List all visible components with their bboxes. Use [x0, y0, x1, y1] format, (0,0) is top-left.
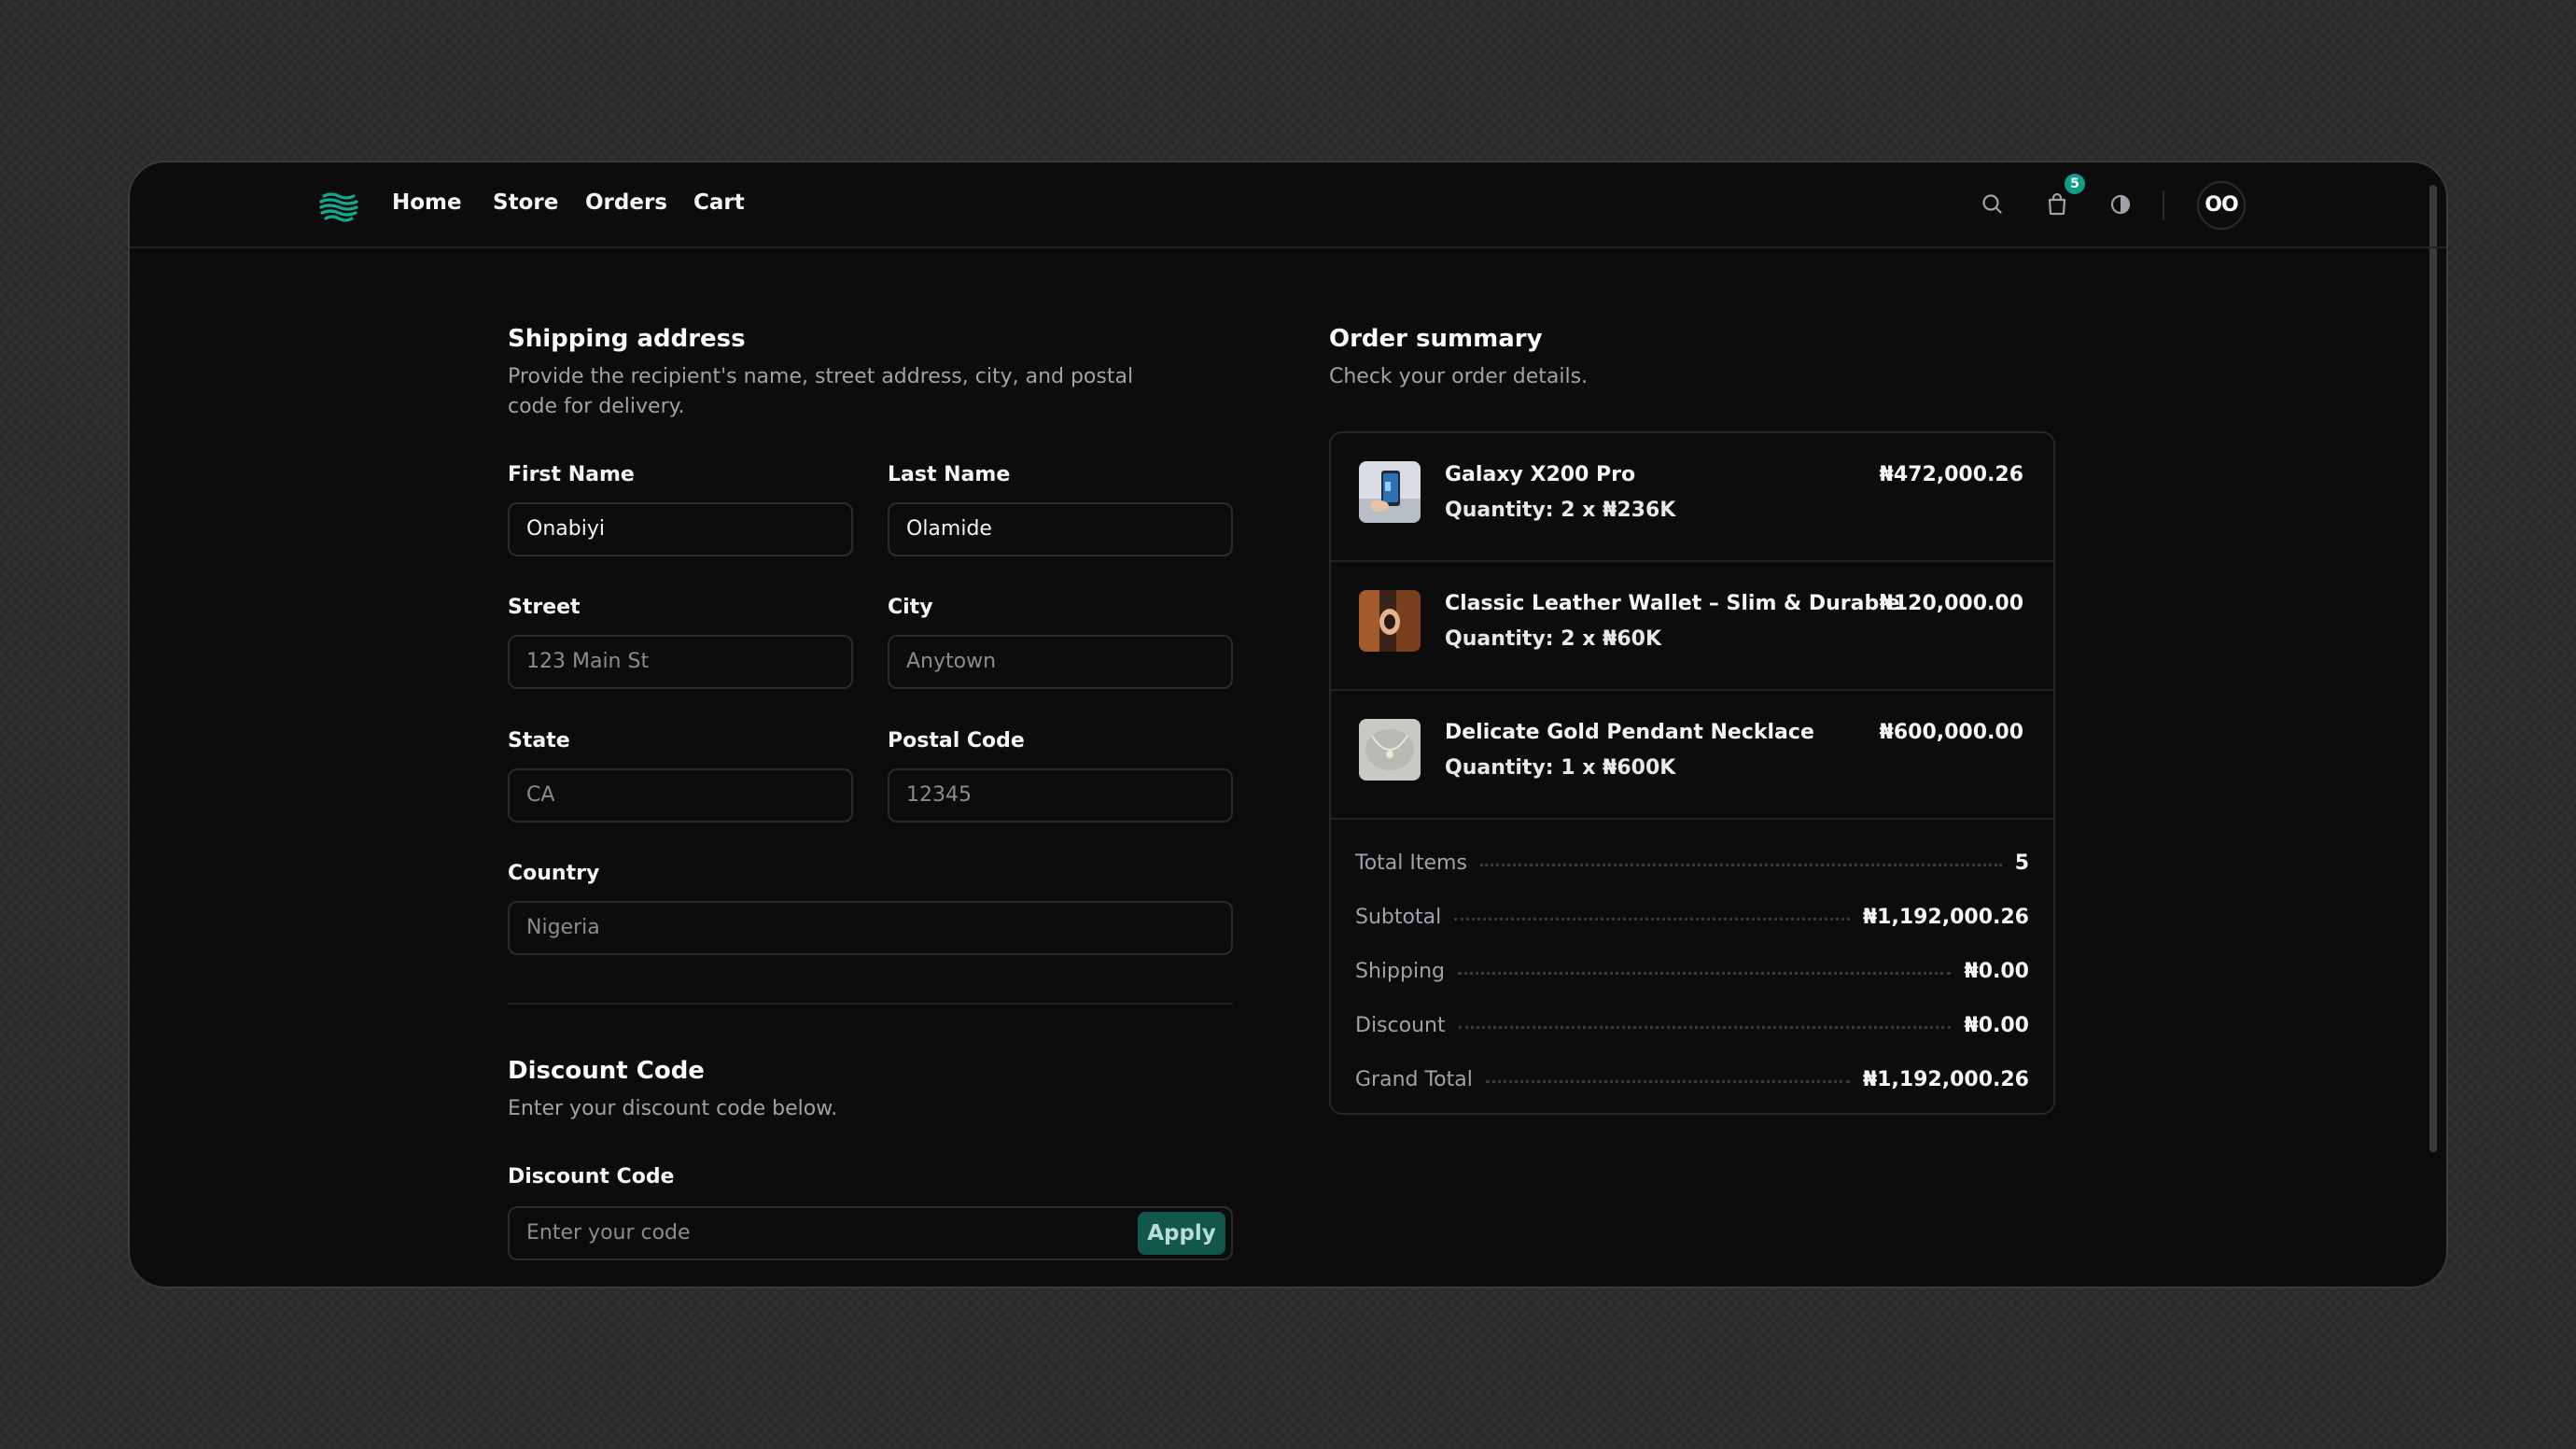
summary-value: ₦0.00	[1964, 959, 2029, 983]
last-name-input[interactable]: Olamide	[888, 502, 1233, 556]
order-item[interactable]: Delicate Gold Pendant Necklace Quantity:…	[1331, 691, 2053, 820]
product-name: Delicate Gold Pendant Necklace	[1445, 721, 1814, 744]
discount-title: Discount Code	[508, 1057, 705, 1085]
discount-code-label: Discount Code	[508, 1165, 675, 1189]
dotted-leader	[1479, 863, 2002, 866]
discount-code-input[interactable]: Enter your code	[508, 1206, 1233, 1260]
summary-label: Total Items	[1355, 851, 1467, 875]
city-input[interactable]: Anytown	[888, 635, 1233, 689]
summary-value: ₦0.00	[1964, 1013, 2029, 1037]
nav-cart[interactable]: Cart	[693, 190, 745, 215]
country-label: Country	[508, 862, 600, 885]
summary-value: ₦1,192,000.26	[1862, 905, 2029, 929]
product-name: Galaxy X200 Pro	[1445, 463, 1636, 486]
discount-description: Enter your discount code below.	[508, 1097, 838, 1120]
street-label: Street	[508, 596, 581, 619]
wallet-image	[1359, 590, 1421, 652]
nav-orders[interactable]: Orders	[585, 190, 667, 215]
dotted-leader	[1457, 971, 1952, 975]
nav-divider	[2163, 190, 2164, 220]
nav-home[interactable]: Home	[392, 190, 462, 215]
order-summary-card: Galaxy X200 Pro Quantity: 2 x ₦236K ₦472…	[1329, 431, 2055, 1115]
product-quantity: Quantity: 2 x ₦236K	[1445, 499, 1676, 522]
row-divider	[1331, 818, 2053, 820]
dotted-leader	[1485, 1079, 1850, 1083]
user-avatar[interactable]: OO	[2197, 181, 2246, 230]
summary-label: Subtotal	[1355, 905, 1442, 929]
postal-code-input[interactable]: 12345	[888, 768, 1233, 823]
summary-title: Order summary	[1329, 325, 1543, 353]
summary-label: Grand Total	[1355, 1067, 1473, 1091]
last-name-label: Last Name	[888, 463, 1011, 486]
dotted-leader	[1458, 1025, 1952, 1029]
discount-row: Discount ₦0.00	[1355, 1010, 2029, 1040]
subtotal-row: Subtotal ₦1,192,000.26	[1355, 902, 2029, 932]
search-icon[interactable]	[1979, 190, 2007, 218]
product-name: Classic Leather Wallet – Slim & Durable	[1445, 592, 1900, 615]
logo-icon[interactable]	[318, 185, 359, 226]
shipping-row: Shipping ₦0.00	[1355, 956, 2029, 986]
state-input[interactable]: CA	[508, 768, 853, 823]
postal-code-label: Postal Code	[888, 729, 1025, 753]
grand-total-row: Grand Total ₦1,192,000.26	[1355, 1064, 2029, 1094]
product-price: ₦472,000.26	[1879, 463, 2023, 486]
shipping-title: Shipping address	[508, 325, 746, 353]
theme-toggle-icon[interactable]	[2107, 190, 2135, 218]
city-label: City	[888, 596, 933, 619]
app-window: Home Store Orders Cart 5 OO Shipping add…	[128, 161, 2448, 1288]
apply-button[interactable]: Apply	[1138, 1212, 1225, 1255]
summary-description: Check your order details.	[1329, 365, 1589, 388]
order-item[interactable]: Classic Leather Wallet – Slim & Durable …	[1331, 562, 2053, 691]
nav-store[interactable]: Store	[493, 190, 558, 215]
first-name-input[interactable]: Onabiyi	[508, 502, 853, 556]
summary-label: Shipping	[1355, 959, 1445, 983]
summary-label: Discount	[1355, 1013, 1446, 1037]
product-quantity: Quantity: 1 x ₦600K	[1445, 756, 1676, 780]
summary-value: 5	[2014, 851, 2029, 875]
section-divider	[508, 1003, 1233, 1005]
order-item[interactable]: Galaxy X200 Pro Quantity: 2 x ₦236K ₦472…	[1331, 433, 2053, 562]
first-name-label: First Name	[508, 463, 635, 486]
shopping-bag-icon[interactable]	[2043, 190, 2071, 218]
street-input[interactable]: 123 Main St	[508, 635, 853, 689]
dotted-leader	[1454, 917, 1850, 921]
phone-image	[1359, 461, 1421, 523]
product-quantity: Quantity: 2 x ₦60K	[1445, 627, 1662, 651]
navbar: Home Store Orders Cart 5 OO	[130, 162, 2446, 248]
country-input[interactable]: Nigeria	[508, 901, 1233, 955]
product-price: ₦120,000.00	[1879, 592, 2023, 615]
summary-value: ₦1,192,000.26	[1862, 1067, 2029, 1091]
cart-count-badge: 5	[2065, 174, 2085, 194]
scrollbar[interactable]	[2429, 185, 2437, 1152]
product-price: ₦600,000.00	[1879, 721, 2023, 744]
shipping-description: Provide the recipient's name, street add…	[508, 365, 1134, 418]
total-items-row: Total Items 5	[1355, 848, 2029, 878]
necklace-image	[1359, 719, 1421, 781]
state-label: State	[508, 729, 570, 753]
